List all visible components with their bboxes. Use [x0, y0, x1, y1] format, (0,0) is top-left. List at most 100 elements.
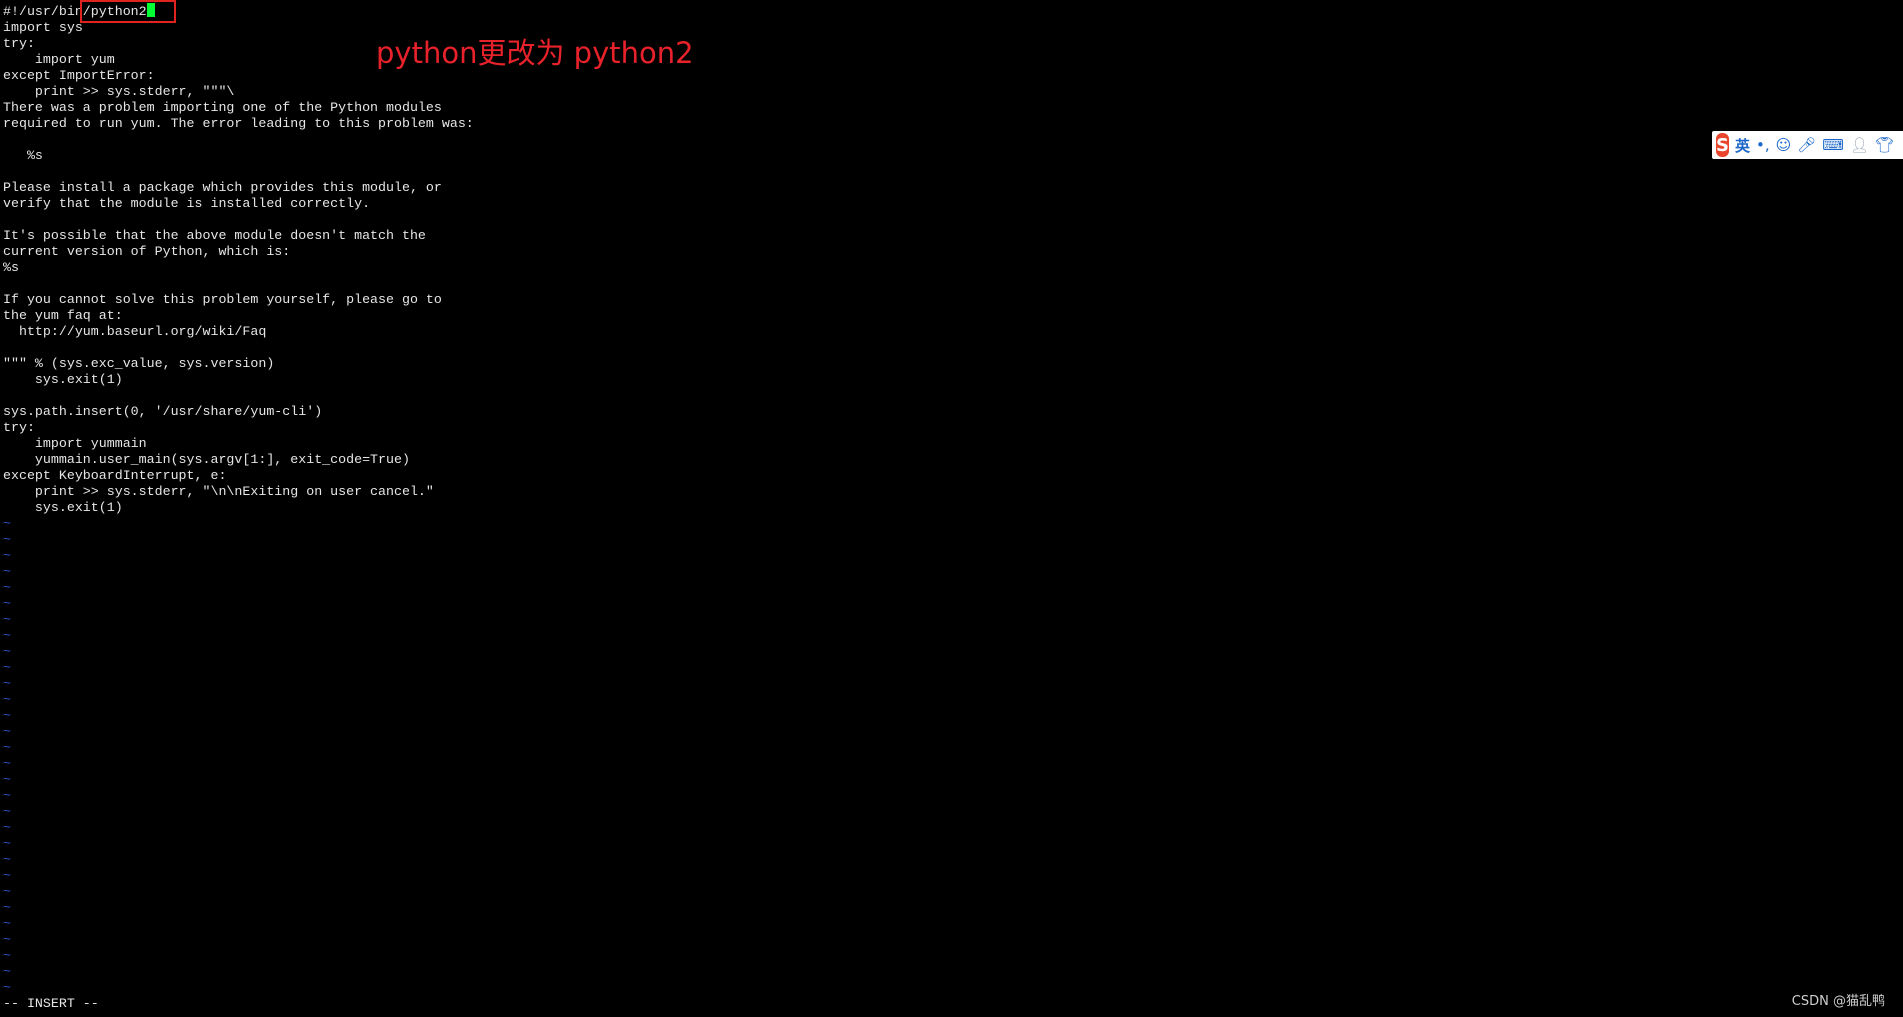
empty-line-marker: ~ [3, 884, 11, 899]
empty-line-marker: ~ [3, 804, 11, 819]
code-line-text: There was a problem importing one of the… [3, 100, 442, 115]
code-line-text: Please install a package which provides … [3, 180, 442, 195]
empty-line-marker: ~ [3, 756, 11, 771]
code-line: Please install a package which provides … [3, 180, 1883, 196]
code-line: yummain.user_main(sys.argv[1:], exit_cod… [3, 452, 1883, 468]
code-line-text: except ImportError: [3, 68, 155, 83]
empty-line-marker: ~ [3, 612, 11, 627]
empty-line-marker: ~ [3, 740, 11, 755]
code-line: except ImportError: [3, 68, 1883, 84]
code-line: """ % (sys.exc_value, sys.version) [3, 356, 1883, 372]
code-line-text: yummain.user_main(sys.argv[1:], exit_cod… [3, 452, 410, 467]
empty-line-marker: ~ [3, 820, 11, 835]
code-line: #!/usr/bin/python2 [3, 3, 1883, 20]
empty-line-marker: ~ [3, 788, 11, 803]
ime-language-toggle[interactable]: 英 [1735, 135, 1750, 156]
annotation-text: python更改为 python2 [376, 36, 694, 70]
skin-icon[interactable]: 👕︎ [1875, 137, 1894, 153]
empty-line-marker: ~ [3, 644, 11, 659]
code-line-text: sys.path.insert(0, '/usr/share/yum-cli') [3, 404, 323, 419]
microphone-icon[interactable]: 🎤︎ [1797, 137, 1816, 153]
empty-line-marker: ~ [3, 868, 11, 883]
vim-status-line: -- INSERT -- [3, 996, 99, 1011]
code-line: %s [3, 260, 1883, 276]
code-line: required to run yum. The error leading t… [3, 116, 1883, 132]
code-line: It's possible that the above module does… [3, 228, 1883, 244]
code-line: sys.exit(1) [3, 372, 1883, 388]
code-line-text: print >> sys.stderr, "\n\nExiting on use… [3, 484, 434, 499]
code-line-text: except KeyboardInterrupt, e: [3, 468, 227, 483]
code-line-text: sys.exit(1) [3, 500, 123, 515]
watermark: CSDN @猫乱鸭 [1791, 994, 1885, 1009]
code-line-text: current version of Python, which is: [3, 244, 291, 259]
empty-line-marker: ~ [3, 964, 11, 979]
code-line-text: import sys [3, 20, 83, 35]
vim-editor[interactable]: #!/usr/bin/python2 import sys try: import … [3, 3, 1883, 996]
empty-line-marker: ~ [3, 852, 11, 867]
sogou-logo-icon[interactable]: S [1716, 133, 1729, 157]
code-line: current version of Python, which is: [3, 244, 1883, 260]
punctuation-toggle[interactable]: •, [1756, 137, 1770, 153]
empty-line-marker: ~ [3, 660, 11, 675]
code-line-text: the yum faq at: [3, 308, 123, 323]
code-line-text: required to run yum. The error leading t… [3, 116, 474, 131]
code-line: import yum [3, 52, 1883, 68]
code-line: If you cannot solve this problem yoursel… [3, 292, 1883, 308]
smiley-icon[interactable]: ☺ [1776, 137, 1792, 153]
empty-line-marker: ~ [3, 580, 11, 595]
code-line: sys.path.insert(0, '/usr/share/yum-cli') [3, 404, 1883, 420]
empty-line-marker: ~ [3, 900, 11, 915]
code-line: the yum faq at: [3, 308, 1883, 324]
code-line: try: [3, 420, 1883, 436]
user-icon[interactable]: 👤︎ [1850, 137, 1869, 153]
code-line-text: sys.exit(1) [3, 372, 123, 387]
empty-line-marker: ~ [3, 916, 11, 931]
code-line-text: try: [3, 420, 35, 435]
empty-line-marker: ~ [3, 772, 11, 787]
empty-line-marker: ~ [3, 948, 11, 963]
ime-toolbar[interactable]: S 英 •, ☺ 🎤︎ ⌨ 👤︎ 👕︎ ⋮ [1712, 131, 1903, 159]
empty-line-marker: ~ [3, 932, 11, 947]
code-line: except KeyboardInterrupt, e: [3, 468, 1883, 484]
code-line: There was a problem importing one of the… [3, 100, 1883, 116]
code-line-text: import yummain [3, 436, 147, 451]
code-line-text: import yum [3, 52, 115, 67]
empty-line-marker: ~ [3, 516, 11, 531]
empty-line-marker: ~ [3, 724, 11, 739]
code-line: http://yum.baseurl.org/wiki/Faq [3, 324, 1883, 340]
empty-line-marker: ~ [3, 708, 11, 723]
code-line: %s [3, 148, 1883, 164]
code-line-text: %s [3, 148, 43, 163]
highlight-box [80, 0, 176, 23]
empty-line-marker: ~ [3, 676, 11, 691]
empty-line-marker: ~ [3, 836, 11, 851]
keyboard-icon[interactable]: ⌨ [1822, 137, 1844, 153]
empty-line-marker: ~ [3, 532, 11, 547]
code-line-text: print >> sys.stderr, """\ [3, 84, 235, 99]
code-line-text: It's possible that the above module does… [3, 228, 426, 243]
code-line: sys.exit(1) [3, 500, 1883, 516]
empty-line-marker: ~ [3, 628, 11, 643]
code-line: print >> sys.stderr, "\n\nExiting on use… [3, 484, 1883, 500]
empty-line-marker: ~ [3, 596, 11, 611]
code-line-text: %s [3, 260, 19, 275]
empty-line-marker: ~ [3, 980, 11, 995]
code-line-text: """ % (sys.exc_value, sys.version) [3, 356, 275, 371]
empty-line-marker: ~ [3, 564, 11, 579]
empty-line-marker: ~ [3, 692, 11, 707]
code-line: verify that the module is installed corr… [3, 196, 1883, 212]
code-line: import sys [3, 20, 1883, 36]
code-line-text: If you cannot solve this problem yoursel… [3, 292, 442, 307]
code-line-text: try: [3, 36, 35, 51]
code-line-text: http://yum.baseurl.org/wiki/Faq [3, 324, 267, 339]
code-line: import yummain [3, 436, 1883, 452]
empty-line-marker: ~ [3, 548, 11, 563]
code-line-text: verify that the module is installed corr… [3, 196, 371, 211]
code-line: print >> sys.stderr, """\ [3, 84, 1883, 100]
